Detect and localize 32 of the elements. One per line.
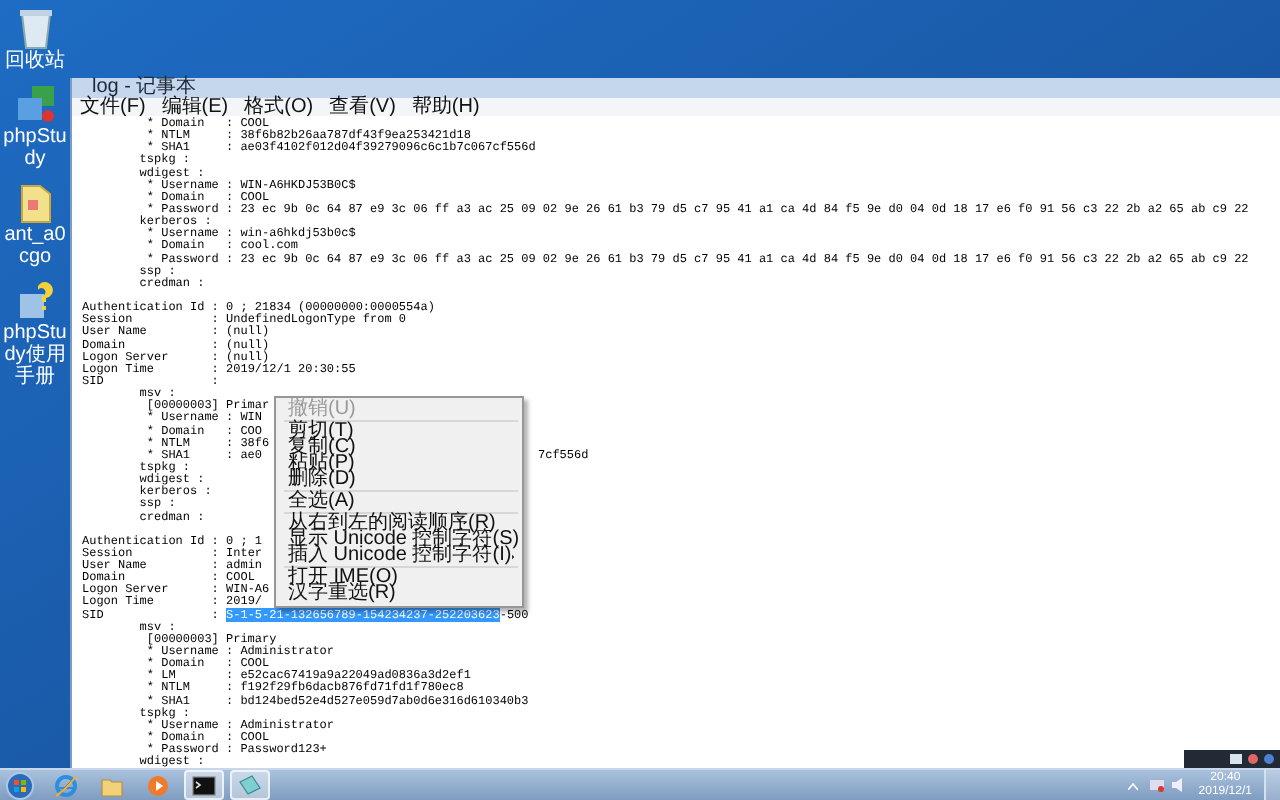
pen-icon[interactable] [1248, 754, 1258, 764]
window-title: log - 记事本 [92, 78, 197, 98]
icon-label: phpStudy [1, 126, 69, 170]
menu-item[interactable]: 帮助(H) [411, 98, 480, 116]
language-bar[interactable] [1184, 750, 1280, 768]
help-icon[interactable] [1264, 754, 1274, 764]
taskbar-button[interactable] [184, 770, 224, 800]
menu-item[interactable]: 汉字重选(R) [276, 586, 522, 602]
chevron-up-icon[interactable] [1128, 781, 1139, 789]
icon-label: phpStudy使用手册 [1, 322, 69, 388]
icon-label: ant_a0cgo [2, 224, 68, 268]
menu-item[interactable]: 查看(V) [329, 98, 396, 116]
menu-item[interactable]: 删除(D) [276, 472, 522, 488]
recycle-bin-icon[interactable] [15, 8, 55, 50]
network-icon[interactable] [1150, 778, 1165, 792]
browser-icon [54, 773, 78, 797]
help-icon[interactable] [15, 280, 55, 322]
terminal-icon [192, 773, 216, 797]
play-icon [146, 773, 170, 797]
menu-item[interactable]: 全选(A) [276, 494, 522, 510]
icon-label: 回收站 [3, 50, 67, 72]
app-icon[interactable] [15, 84, 55, 126]
menu-item[interactable]: 插入 Unicode 控制字符(I) [276, 548, 522, 564]
menu-item[interactable]: 从右到左的阅读顺序(R) [276, 516, 522, 532]
menu-item[interactable]: 编辑(E) [161, 98, 229, 116]
menu-item[interactable]: 粘贴(P) [276, 456, 522, 472]
start-button[interactable] [6, 771, 34, 799]
menu-item[interactable]: 格式(O) [244, 98, 314, 116]
menu-item[interactable]: 文件(F) [80, 98, 146, 116]
speaker-icon[interactable] [1172, 778, 1187, 792]
notepad-icon [238, 773, 262, 797]
menu-item[interactable]: 复制(C) [276, 440, 522, 456]
